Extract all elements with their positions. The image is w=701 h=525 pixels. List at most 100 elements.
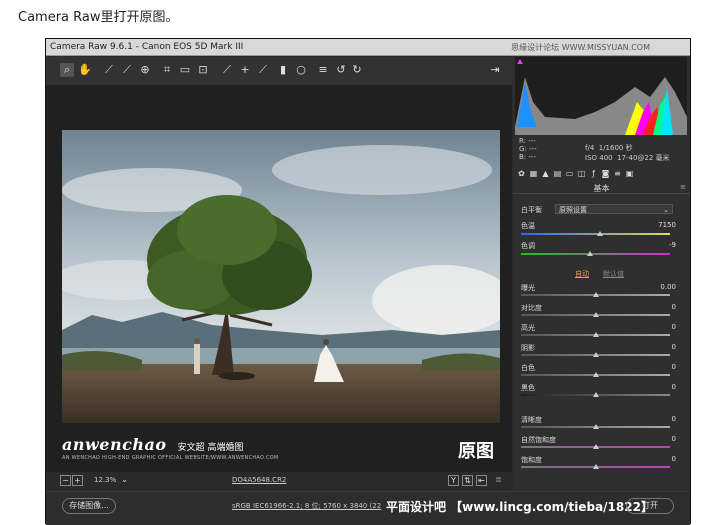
spot-removal-tool-icon[interactable]: ⟋	[220, 63, 234, 77]
swap-view-icon[interactable]: ⇅	[462, 475, 473, 486]
panel-tabs: ✿ ▦ ▲ ▤ ▭ ◫ ƒ ◙ ≡ ▣	[513, 167, 690, 181]
straighten-tool-icon[interactable]: ▭	[178, 63, 192, 77]
graduated-filter-tool-icon[interactable]: ▮	[276, 63, 290, 77]
zoom-out-button[interactable]: −	[60, 475, 71, 486]
tab-split-toning-icon[interactable]: ▭	[565, 169, 574, 178]
slider-track[interactable]	[521, 312, 670, 317]
slider-value[interactable]: 0	[672, 363, 676, 371]
slider-track[interactable]	[521, 424, 670, 429]
slider-label: 曝光	[521, 284, 535, 292]
save-image-button[interactable]: 存储图像...	[62, 498, 116, 514]
slider-label: 清晰度	[521, 416, 542, 424]
red-eye-tool-icon[interactable]: +	[238, 63, 252, 77]
tab-tone-curve-icon[interactable]: ▦	[529, 169, 538, 178]
slider-value[interactable]: 0	[672, 343, 676, 351]
open-button[interactable]: 打开	[626, 498, 674, 514]
auto-link[interactable]: 自动	[575, 269, 589, 279]
slider-track[interactable]	[521, 352, 670, 357]
preferences-icon[interactable]: ⇥	[488, 63, 502, 77]
title-watermark: 思缘设计论坛 WWW.MISSYUAN.COM	[511, 43, 650, 52]
temp-slider[interactable]	[521, 231, 670, 236]
white-balance-tool-icon[interactable]: ⟋	[102, 63, 116, 77]
slider-thumb[interactable]	[592, 352, 599, 357]
window-titlebar: Camera Raw 9.6.1 - Canon EOS 5D Mark III…	[46, 39, 690, 56]
temp-value[interactable]: 7150	[658, 221, 676, 229]
zoom-tool-icon[interactable]: ⌕	[60, 63, 74, 77]
workflow-options-link[interactable]: sRGB IEC61966-2.1; 8 位; 5760 x 3840 (22	[232, 501, 381, 511]
brand-subtitle: AN WENCHAO HIGH-END GRAPHIC OFFICIAL WEB…	[62, 455, 279, 461]
wedding-photo	[62, 130, 500, 423]
slider-value[interactable]: 0	[672, 383, 676, 391]
slider-label: 自然饱和度	[521, 436, 556, 444]
color-sampler-tool-icon[interactable]: ⟋	[120, 63, 134, 77]
transform-tool-icon[interactable]: ⊡	[196, 63, 210, 77]
slider-value[interactable]: 0	[672, 323, 676, 331]
default-link[interactable]: 默认值	[603, 269, 624, 279]
slider-thumb[interactable]	[592, 312, 599, 317]
slider-value[interactable]: 0	[672, 303, 676, 311]
slider-track[interactable]	[521, 464, 670, 469]
b-label: B:	[519, 153, 527, 161]
hand-tool-icon[interactable]: ✋	[78, 63, 92, 77]
rotate-ccw-icon[interactable]: ↺	[334, 63, 348, 77]
tab-detail-icon[interactable]: ▲	[541, 169, 550, 178]
tab-basic-icon[interactable]: ✿	[517, 169, 526, 178]
slider-track[interactable]	[521, 292, 670, 297]
slider-thumb[interactable]	[592, 424, 599, 429]
rgb-readout: R: --- G: --- B: ---	[519, 137, 537, 161]
slider-value[interactable]: 0	[672, 415, 676, 423]
slider-thumb[interactable]	[592, 292, 599, 297]
zoom-dropdown-icon[interactable]: ⌄	[120, 475, 129, 484]
histogram-graph	[515, 77, 687, 135]
view-settings-icon[interactable]: ≣	[494, 475, 503, 484]
tab-presets-icon[interactable]: ≡	[613, 169, 622, 178]
tab-fx-icon[interactable]: ƒ	[589, 169, 598, 178]
tint-slider-thumb[interactable]	[586, 251, 593, 256]
slider-track[interactable]	[521, 372, 670, 377]
brand-cn: 安文超 高端婚图	[177, 443, 244, 453]
tab-lens-icon[interactable]: ◫	[577, 169, 586, 178]
slider-track[interactable]	[521, 392, 670, 397]
status-bar: − + 12.3% ⌄ DO4A5648.CR2 Y ⇅ ⇤ ≣	[46, 472, 512, 489]
temp-slider-thumb[interactable]	[596, 231, 603, 236]
tint-value[interactable]: -9	[669, 241, 676, 249]
slider-label: 饱和度	[521, 456, 542, 464]
slider-label: 阴影	[521, 344, 535, 352]
shadow-clipping-icon[interactable]	[517, 59, 523, 64]
slider-thumb[interactable]	[592, 464, 599, 469]
zoom-level: 12.3%	[94, 476, 117, 484]
filename: DO4A5648.CR2	[232, 476, 287, 484]
section-title: 基本	[513, 183, 690, 194]
white-balance-dropdown[interactable]: 原照设置 ⌄	[555, 204, 673, 214]
slider-label: 黑色	[521, 384, 535, 392]
tab-camera-calibration-icon[interactable]: ◙	[601, 169, 610, 178]
tab-snapshots-icon[interactable]: ▣	[625, 169, 634, 178]
exif-info: f/4 1/1600 秒 ISO 400 17-40@22 毫米	[585, 143, 670, 163]
page-caption: Camera Raw里打开原图。	[18, 10, 179, 25]
temp-label: 色温	[521, 222, 535, 230]
crop-tool-icon[interactable]: ⌗	[160, 63, 174, 77]
slider-value[interactable]: 0	[672, 455, 676, 463]
presets-menu-icon[interactable]: ≡	[316, 63, 330, 77]
tint-slider[interactable]	[521, 251, 670, 256]
targeted-adjustment-tool-icon[interactable]: ⊕	[138, 63, 152, 77]
slider-track[interactable]	[521, 444, 670, 449]
slider-thumb[interactable]	[592, 332, 599, 337]
adjustment-brush-tool-icon[interactable]: ⟋	[256, 63, 270, 77]
slider-value[interactable]: 0	[672, 435, 676, 443]
rotate-cw-icon[interactable]: ↻	[350, 63, 364, 77]
slider-track[interactable]	[521, 332, 670, 337]
tint-label: 色调	[521, 242, 535, 250]
slider-thumb[interactable]	[592, 372, 599, 377]
tab-hsl-icon[interactable]: ▤	[553, 169, 562, 178]
slider-value[interactable]: 0.00	[660, 283, 676, 291]
slider-thumb[interactable]	[592, 392, 599, 397]
zoom-in-button[interactable]: +	[72, 475, 83, 486]
view-y-button[interactable]: Y	[448, 475, 459, 486]
radial-filter-tool-icon[interactable]: ○	[294, 63, 308, 77]
white-balance-value: 原照设置	[559, 206, 587, 214]
slider-thumb[interactable]	[592, 444, 599, 449]
section-menu-icon[interactable]: ≡	[680, 183, 686, 191]
chevron-down-icon: ⌄	[663, 206, 669, 214]
copy-settings-icon[interactable]: ⇤	[476, 475, 487, 486]
